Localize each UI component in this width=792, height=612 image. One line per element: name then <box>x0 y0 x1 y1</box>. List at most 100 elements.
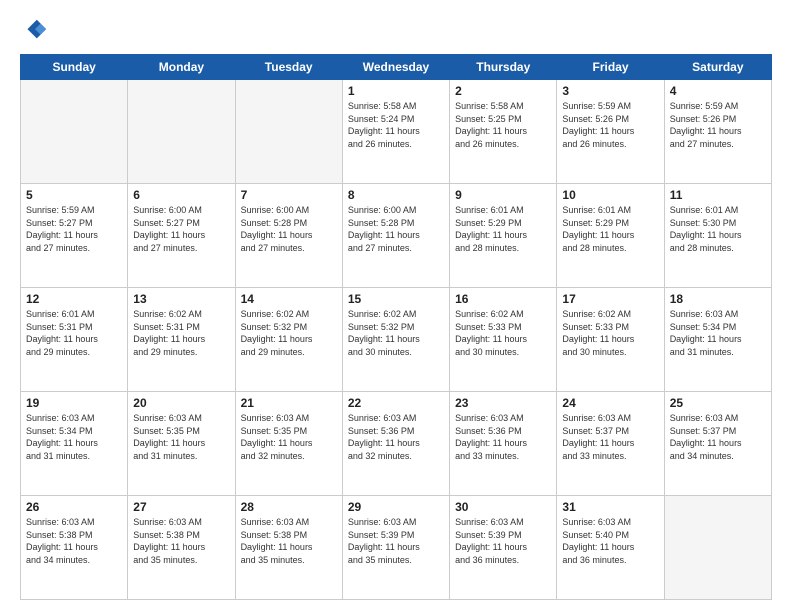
day-number: 17 <box>562 292 658 306</box>
day-number: 27 <box>133 500 229 514</box>
calendar-cell: 26 Sunrise: 6:03 AM Sunset: 5:38 PM Dayli… <box>21 496 128 600</box>
day-number: 9 <box>455 188 551 202</box>
calendar-cell: 20 Sunrise: 6:03 AM Sunset: 5:35 PM Dayli… <box>128 392 235 496</box>
calendar-cell: 23 Sunrise: 6:03 AM Sunset: 5:36 PM Dayli… <box>450 392 557 496</box>
calendar-cell: 21 Sunrise: 6:03 AM Sunset: 5:35 PM Dayli… <box>235 392 342 496</box>
calendar-cell <box>235 80 342 184</box>
calendar-cell: 31 Sunrise: 6:03 AM Sunset: 5:40 PM Dayli… <box>557 496 664 600</box>
calendar-cell: 17 Sunrise: 6:02 AM Sunset: 5:33 PM Dayli… <box>557 288 664 392</box>
day-number: 20 <box>133 396 229 410</box>
cell-info: Sunrise: 6:03 AM Sunset: 5:39 PM Dayligh… <box>348 516 444 566</box>
calendar-cell: 10 Sunrise: 6:01 AM Sunset: 5:29 PM Dayli… <box>557 184 664 288</box>
cell-info: Sunrise: 6:00 AM Sunset: 5:27 PM Dayligh… <box>133 204 229 254</box>
cell-info: Sunrise: 6:02 AM Sunset: 5:32 PM Dayligh… <box>348 308 444 358</box>
day-number: 22 <box>348 396 444 410</box>
day-number: 5 <box>26 188 122 202</box>
cell-info: Sunrise: 6:03 AM Sunset: 5:37 PM Dayligh… <box>670 412 766 462</box>
cell-info: Sunrise: 6:02 AM Sunset: 5:31 PM Dayligh… <box>133 308 229 358</box>
cell-info: Sunrise: 6:00 AM Sunset: 5:28 PM Dayligh… <box>241 204 337 254</box>
logo <box>20 16 52 44</box>
calendar-cell: 9 Sunrise: 6:01 AM Sunset: 5:29 PM Daylig… <box>450 184 557 288</box>
calendar-cell: 18 Sunrise: 6:03 AM Sunset: 5:34 PM Dayli… <box>664 288 771 392</box>
calendar-cell: 16Sunrise: 6:02 AM Sunset: 5:33 PM Dayli… <box>450 288 557 392</box>
day-header-sunday: Sunday <box>21 55 128 80</box>
cell-info: Sunrise: 6:01 AM Sunset: 5:29 PM Dayligh… <box>562 204 658 254</box>
cell-info: Sunrise: 6:03 AM Sunset: 5:40 PM Dayligh… <box>562 516 658 566</box>
cell-info: Sunrise: 6:01 AM Sunset: 5:30 PM Dayligh… <box>670 204 766 254</box>
cell-info: Sunrise: 6:01 AM Sunset: 5:29 PM Dayligh… <box>455 204 551 254</box>
day-number: 12 <box>26 292 122 306</box>
day-header-monday: Monday <box>128 55 235 80</box>
day-header-saturday: Saturday <box>664 55 771 80</box>
cell-info: Sunrise: 6:00 AM Sunset: 5:28 PM Dayligh… <box>348 204 444 254</box>
calendar-week-row: 26 Sunrise: 6:03 AM Sunset: 5:38 PM Dayli… <box>21 496 772 600</box>
day-number: 19 <box>26 396 122 410</box>
calendar-cell: 24Sunrise: 6:03 AM Sunset: 5:37 PM Dayli… <box>557 392 664 496</box>
cell-info: Sunrise: 5:59 AM Sunset: 5:27 PM Dayligh… <box>26 204 122 254</box>
calendar-cell: 14 Sunrise: 6:02 AM Sunset: 5:32 PM Dayli… <box>235 288 342 392</box>
cell-info: Sunrise: 6:03 AM Sunset: 5:34 PM Dayligh… <box>26 412 122 462</box>
day-number: 16 <box>455 292 551 306</box>
day-number: 8 <box>348 188 444 202</box>
calendar-week-row: 5 Sunrise: 5:59 AM Sunset: 5:27 PM Daylig… <box>21 184 772 288</box>
day-header-friday: Friday <box>557 55 664 80</box>
day-number: 21 <box>241 396 337 410</box>
day-number: 6 <box>133 188 229 202</box>
calendar-cell: 25 Sunrise: 6:03 AM Sunset: 5:37 PM Dayli… <box>664 392 771 496</box>
day-number: 23 <box>455 396 551 410</box>
day-number: 13 <box>133 292 229 306</box>
day-number: 10 <box>562 188 658 202</box>
day-header-thursday: Thursday <box>450 55 557 80</box>
day-number: 2 <box>455 84 551 98</box>
logo-icon <box>20 16 48 44</box>
calendar-table: SundayMondayTuesdayWednesdayThursdayFrid… <box>20 54 772 600</box>
calendar-cell: 4 Sunrise: 5:59 AM Sunset: 5:26 PM Daylig… <box>664 80 771 184</box>
calendar-cell: 11 Sunrise: 6:01 AM Sunset: 5:30 PM Dayli… <box>664 184 771 288</box>
cell-info: Sunrise: 6:03 AM Sunset: 5:39 PM Dayligh… <box>455 516 551 566</box>
cell-info: Sunrise: 5:58 AM Sunset: 5:25 PM Dayligh… <box>455 100 551 150</box>
calendar-week-row: 12Sunrise: 6:01 AM Sunset: 5:31 PM Dayli… <box>21 288 772 392</box>
day-number: 7 <box>241 188 337 202</box>
calendar-cell: 30 Sunrise: 6:03 AM Sunset: 5:39 PM Dayli… <box>450 496 557 600</box>
calendar-cell: 19 Sunrise: 6:03 AM Sunset: 5:34 PM Dayli… <box>21 392 128 496</box>
cell-info: Sunrise: 6:03 AM Sunset: 5:34 PM Dayligh… <box>670 308 766 358</box>
calendar-cell <box>664 496 771 600</box>
day-number: 14 <box>241 292 337 306</box>
header <box>20 16 772 44</box>
calendar-cell: 3 Sunrise: 5:59 AM Sunset: 5:26 PM Daylig… <box>557 80 664 184</box>
calendar-week-row: 1 Sunrise: 5:58 AM Sunset: 5:24 PM Daylig… <box>21 80 772 184</box>
cell-info: Sunrise: 5:58 AM Sunset: 5:24 PM Dayligh… <box>348 100 444 150</box>
calendar-cell: 5 Sunrise: 5:59 AM Sunset: 5:27 PM Daylig… <box>21 184 128 288</box>
day-header-wednesday: Wednesday <box>342 55 449 80</box>
cell-info: Sunrise: 5:59 AM Sunset: 5:26 PM Dayligh… <box>670 100 766 150</box>
calendar-cell: 15Sunrise: 6:02 AM Sunset: 5:32 PM Dayli… <box>342 288 449 392</box>
cell-info: Sunrise: 6:03 AM Sunset: 5:35 PM Dayligh… <box>241 412 337 462</box>
cell-info: Sunrise: 5:59 AM Sunset: 5:26 PM Dayligh… <box>562 100 658 150</box>
calendar-cell: 13 Sunrise: 6:02 AM Sunset: 5:31 PM Dayli… <box>128 288 235 392</box>
cell-info: Sunrise: 6:03 AM Sunset: 5:36 PM Dayligh… <box>455 412 551 462</box>
day-number: 31 <box>562 500 658 514</box>
calendar-header-row: SundayMondayTuesdayWednesdayThursdayFrid… <box>21 55 772 80</box>
calendar-cell: 12Sunrise: 6:01 AM Sunset: 5:31 PM Dayli… <box>21 288 128 392</box>
cell-info: Sunrise: 6:03 AM Sunset: 5:37 PM Dayligh… <box>562 412 658 462</box>
calendar-cell <box>21 80 128 184</box>
calendar-cell: 7 Sunrise: 6:00 AM Sunset: 5:28 PM Daylig… <box>235 184 342 288</box>
calendar-week-row: 19 Sunrise: 6:03 AM Sunset: 5:34 PM Dayli… <box>21 392 772 496</box>
cell-info: Sunrise: 6:03 AM Sunset: 5:38 PM Dayligh… <box>26 516 122 566</box>
day-number: 28 <box>241 500 337 514</box>
cell-info: Sunrise: 6:03 AM Sunset: 5:35 PM Dayligh… <box>133 412 229 462</box>
day-number: 29 <box>348 500 444 514</box>
calendar-cell: 29 Sunrise: 6:03 AM Sunset: 5:39 PM Dayli… <box>342 496 449 600</box>
day-number: 4 <box>670 84 766 98</box>
cell-info: Sunrise: 6:02 AM Sunset: 5:33 PM Dayligh… <box>562 308 658 358</box>
page: SundayMondayTuesdayWednesdayThursdayFrid… <box>0 0 792 612</box>
day-number: 25 <box>670 396 766 410</box>
day-number: 30 <box>455 500 551 514</box>
day-number: 11 <box>670 188 766 202</box>
cell-info: Sunrise: 6:02 AM Sunset: 5:32 PM Dayligh… <box>241 308 337 358</box>
day-number: 18 <box>670 292 766 306</box>
day-header-tuesday: Tuesday <box>235 55 342 80</box>
day-number: 26 <box>26 500 122 514</box>
day-number: 1 <box>348 84 444 98</box>
day-number: 3 <box>562 84 658 98</box>
